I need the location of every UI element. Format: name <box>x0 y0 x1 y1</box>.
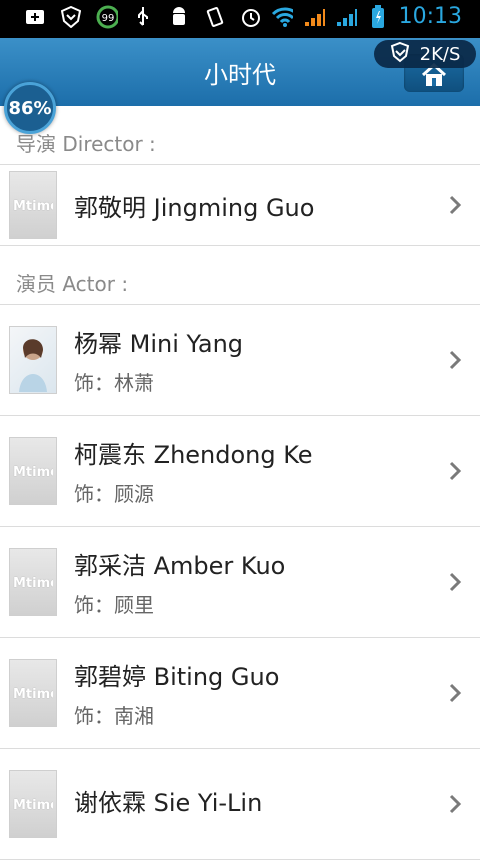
person-name: 郭采洁 Amber Kuo <box>74 552 286 580</box>
person-role: 饰：林萧 <box>74 371 154 395</box>
signal-icon-2 <box>335 6 357 28</box>
battery-ring-text: 99 <box>102 13 115 24</box>
person-name: 郭敬明 Jingming Guo <box>74 193 315 222</box>
person-thumbnail <box>9 326 57 394</box>
cast-list: 导演 Director : Mtime 郭敬明 Jingming Guo 演员 … <box>0 106 480 860</box>
mtime-logo-icon: Mtime <box>13 687 53 702</box>
svg-text:Mtime: Mtime <box>13 465 53 480</box>
person-role: 饰：顾源 <box>74 482 154 506</box>
section-header-actor: 演员 Actor : <box>0 246 480 305</box>
network-speed-text: 2K/S <box>419 43 461 65</box>
person-texts: 谢依霖 Sie Yi-Lin <box>74 783 262 826</box>
status-time: 10:13 <box>398 4 462 29</box>
status-right-icons: 10:13 <box>271 4 462 29</box>
list-item[interactable]: 杨幂 Mini Yang 饰：林萧 <box>0 305 480 416</box>
chevron-right-icon <box>449 794 462 814</box>
section-header-director: 导演 Director : <box>0 106 480 165</box>
chevron-right-icon <box>449 195 462 215</box>
vibrate-icon <box>204 6 226 28</box>
person-texts: 郭敬明 Jingming Guo <box>74 188 314 223</box>
mtime-logo-icon: Mtime <box>13 199 53 214</box>
list-item[interactable]: Mtime 柯震东 Zhendong Ke 饰：顾源 <box>0 416 480 527</box>
shield-check-icon <box>390 41 410 68</box>
person-thumbnail: Mtime <box>9 548 57 616</box>
person-thumbnail: Mtime <box>9 659 57 727</box>
svg-text:Mtime: Mtime <box>13 798 53 813</box>
list-item[interactable]: Mtime 郭采洁 Amber Kuo 饰：顾里 <box>0 527 480 638</box>
person-thumbnail: Mtime <box>9 437 57 505</box>
chevron-right-icon <box>449 350 462 370</box>
person-role: 饰：顾里 <box>74 593 154 617</box>
mtime-logo-icon: Mtime <box>13 576 53 591</box>
status-left-icons: 99 <box>24 5 262 29</box>
alarm-icon <box>240 6 262 28</box>
chevron-right-icon <box>449 683 462 703</box>
status-bar: 99 10:13 <box>0 0 480 38</box>
battery-ring-icon: 99 <box>96 5 118 29</box>
person-name: 郭碧婷 Biting Guo <box>74 663 280 691</box>
person-texts: 郭碧婷 Biting Guo 饰：南湘 <box>74 657 279 729</box>
person-name: 谢依霖 Sie Yi-Lin <box>74 788 263 817</box>
person-thumbnail: Mtime <box>9 171 57 239</box>
person-role: 饰：南湘 <box>74 704 154 728</box>
mtime-logo-icon: Mtime <box>13 798 53 813</box>
list-item[interactable]: Mtime 谢依霖 Sie Yi-Lin <box>0 749 480 860</box>
person-texts: 郭采洁 Amber Kuo 饰：顾里 <box>74 546 285 618</box>
svg-text:Mtime: Mtime <box>13 576 53 591</box>
chevron-right-icon <box>449 572 462 592</box>
signal-icon <box>303 6 325 28</box>
network-speed-pill[interactable]: 2K/S <box>374 40 476 68</box>
list-item[interactable]: Mtime 郭碧婷 Biting Guo 饰：南湘 <box>0 638 480 749</box>
plus-icon <box>24 6 46 28</box>
list-item[interactable]: Mtime 郭敬明 Jingming Guo <box>0 165 480 246</box>
android-icon <box>168 6 190 28</box>
person-name: 柯震东 Zhendong Ke <box>74 441 313 469</box>
mtime-logo-icon: Mtime <box>13 465 53 480</box>
person-thumbnail: Mtime <box>9 770 57 838</box>
person-texts: 杨幂 Mini Yang 饰：林萧 <box>74 324 243 396</box>
chevron-right-icon <box>449 461 462 481</box>
svg-text:Mtime: Mtime <box>13 199 53 214</box>
battery-icon <box>367 4 389 28</box>
svg-text:Mtime: Mtime <box>13 687 53 702</box>
usb-icon <box>132 6 154 28</box>
person-texts: 柯震东 Zhendong Ke 饰：顾源 <box>74 435 313 507</box>
wifi-icon <box>271 6 293 28</box>
portrait-photo <box>19 339 47 392</box>
shield-icon <box>60 6 82 28</box>
person-name: 杨幂 Mini Yang <box>74 330 244 358</box>
